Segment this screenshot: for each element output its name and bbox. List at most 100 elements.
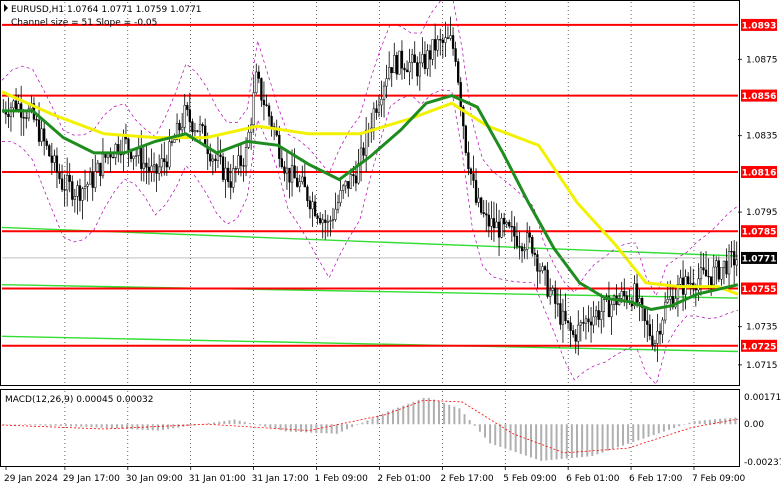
macd-histogram-bar xyxy=(305,424,308,433)
macd-histogram-bar xyxy=(366,420,369,425)
candle-body xyxy=(319,218,322,224)
candle-body xyxy=(620,291,623,299)
time-axis-label: 29 Jan 2024 xyxy=(4,474,58,484)
candle-body xyxy=(485,213,488,216)
candle-body xyxy=(147,166,151,172)
candle-body xyxy=(451,35,455,49)
candle-body xyxy=(584,318,588,324)
time-axis-label: 2 Feb 17:00 xyxy=(440,474,494,484)
price-panel[interactable] xyxy=(0,0,740,386)
candle-body xyxy=(533,252,536,255)
candle-body xyxy=(58,171,61,180)
macd-histogram-bar xyxy=(39,424,42,426)
candle-body xyxy=(408,62,411,73)
candle-body xyxy=(564,310,567,321)
candle-body xyxy=(160,158,163,168)
time-axis-label: 31 Jan 01:00 xyxy=(189,474,246,484)
candle-body xyxy=(244,147,248,167)
macd-histogram-bar xyxy=(13,424,16,425)
candle-body xyxy=(643,307,646,322)
candle-body xyxy=(523,249,526,252)
macd-histogram-bar xyxy=(519,424,522,454)
candle-body xyxy=(500,217,503,238)
macd-histogram-bar xyxy=(453,406,456,425)
price-axis-label: 1.0835 xyxy=(746,132,778,142)
macd-histogram-bar xyxy=(473,424,476,426)
macd-histogram-bar xyxy=(187,424,190,427)
macd-histogram-bar xyxy=(243,421,246,425)
macd-histogram-bar xyxy=(75,424,78,427)
candle-body xyxy=(459,82,462,108)
candle-body xyxy=(572,330,575,335)
candle-body xyxy=(722,260,726,268)
candle-body xyxy=(329,220,332,222)
candle-body xyxy=(421,54,424,64)
macd-histogram-bar xyxy=(688,422,691,425)
candle-body xyxy=(413,54,416,63)
candle-body xyxy=(173,139,176,143)
candle-body xyxy=(669,296,672,300)
candle-body xyxy=(313,201,317,217)
candle-body xyxy=(549,290,552,297)
candle-body xyxy=(733,251,736,266)
macd-axis-label: 0.00 xyxy=(744,420,764,430)
candle-body xyxy=(201,124,204,127)
candle-body xyxy=(411,54,414,63)
trading-chart[interactable]: 1.0893 1.0856 1.0816 1.0785 1.0755 1.0725 1.0… xyxy=(0,0,781,489)
candle-body xyxy=(457,61,460,83)
candle-body xyxy=(22,117,25,119)
macd-histogram-bar xyxy=(652,424,655,436)
candle-body xyxy=(163,158,166,163)
candle-body xyxy=(96,162,99,172)
candle-body xyxy=(127,138,130,150)
candle-body xyxy=(400,50,404,69)
candle-body xyxy=(651,335,654,346)
candle-body xyxy=(94,171,97,188)
candle-body xyxy=(577,324,580,342)
macd-histogram-bar xyxy=(351,424,354,428)
candle-body xyxy=(648,324,651,337)
candle-body xyxy=(255,71,258,93)
macd-histogram-bar xyxy=(85,424,88,427)
candle-body xyxy=(469,168,473,174)
candle-body xyxy=(664,301,667,321)
macd-histogram-bar xyxy=(238,420,241,425)
macd-histogram-bar xyxy=(468,419,471,425)
candle-body xyxy=(68,175,71,182)
candle-body xyxy=(60,178,64,190)
candle-body xyxy=(439,39,442,41)
candle-body xyxy=(342,185,345,191)
candle-body xyxy=(434,39,437,51)
macd-histogram-bar xyxy=(49,424,52,426)
level-price-label: 1.0755 xyxy=(742,285,777,295)
candle-body xyxy=(727,251,731,275)
candle-body xyxy=(592,316,595,326)
macd-histogram-bar xyxy=(289,424,292,432)
macd-histogram-bar xyxy=(494,424,497,446)
candle-body xyxy=(288,167,291,183)
candle-body xyxy=(17,103,20,110)
macd-histogram-bar xyxy=(100,424,103,428)
candle-body xyxy=(198,124,202,132)
candle-body xyxy=(600,311,603,320)
macd-histogram-bar xyxy=(340,424,343,432)
macd-histogram-bar xyxy=(611,424,614,450)
candle-body xyxy=(91,172,94,188)
macd-histogram-bar xyxy=(218,421,221,425)
candle-body xyxy=(541,266,544,272)
macd-histogram-bar xyxy=(397,407,400,425)
candle-body xyxy=(81,188,84,201)
candle-body xyxy=(104,153,107,158)
candle-body xyxy=(45,140,48,146)
macd-histogram-bar xyxy=(167,424,170,430)
candle-body xyxy=(224,167,227,180)
candle-body xyxy=(464,125,467,153)
macd-histogram-bar xyxy=(647,424,650,437)
macd-histogram-bar xyxy=(315,424,318,433)
macd-histogram-bar xyxy=(356,424,359,425)
candle-body xyxy=(679,277,682,285)
macd-histogram-bar xyxy=(734,417,737,425)
candle-body xyxy=(715,260,718,268)
candle-body xyxy=(293,165,296,179)
macd-histogram-bar xyxy=(24,424,26,425)
